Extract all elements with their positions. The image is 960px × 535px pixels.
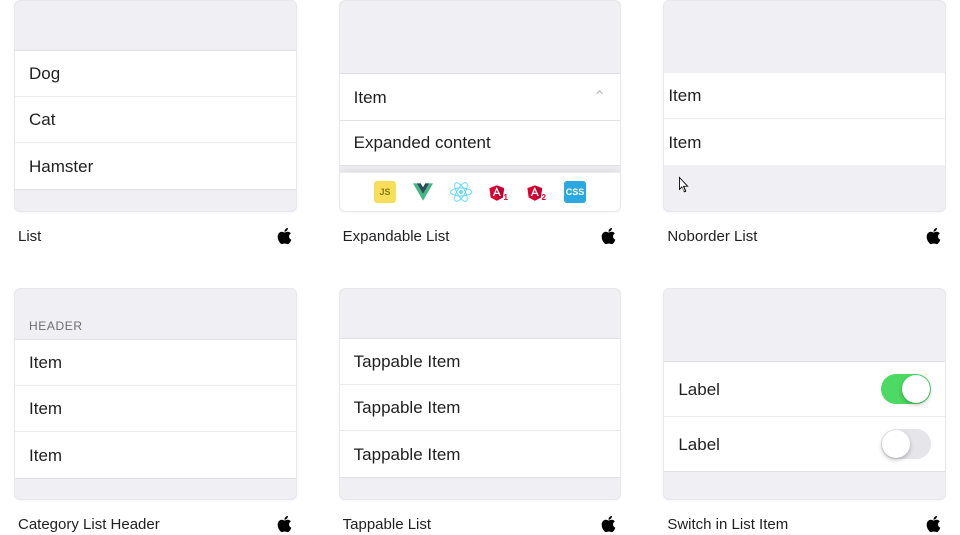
apple-icon	[925, 514, 942, 534]
vue-icon[interactable]	[412, 181, 434, 203]
list-item-label: Hamster	[29, 156, 282, 177]
react-icon[interactable]	[775, 181, 797, 203]
expanded-content: Expanded content	[340, 121, 621, 166]
angular2-sub: 2	[542, 193, 546, 202]
list-item-label: Item	[668, 132, 931, 153]
apple-icon	[600, 226, 617, 246]
tile-tappable-list: Tappable Item Tappable Item Tappable Ite…	[339, 288, 622, 534]
tile-noborder-list: Item Item Noborder List	[663, 0, 946, 246]
tile-expandable-list: Item ⌃ Expanded content JS 1 2 CSS	[339, 0, 622, 246]
list-item-label: Tappable Item	[354, 444, 607, 465]
apple-icon	[276, 514, 293, 534]
switch-list-item: Label	[664, 362, 945, 417]
tappable-list-item[interactable]: Tappable Item	[340, 339, 621, 385]
angular1-icon[interactable]: 1	[488, 181, 510, 203]
list-item: Item	[664, 119, 945, 165]
caption-row: List	[14, 212, 297, 246]
card-list: Dog Cat Hamster	[14, 0, 297, 212]
tile-caption: Noborder List	[667, 228, 757, 245]
caption-row: Expandable List	[339, 212, 622, 246]
tappable-list-item[interactable]: Tappable Item	[340, 431, 621, 477]
list-item-label: Cat	[29, 109, 282, 130]
tile-category-list: HEADER Item Item Item Category List Head…	[14, 288, 297, 534]
angular2-icon[interactable]: 2	[526, 181, 548, 203]
noborder-list: Item Item	[664, 73, 945, 165]
caption-row: Switch in List Item	[663, 500, 946, 534]
angular1-sub: 1	[504, 193, 508, 202]
list-item-label: Tappable Item	[354, 351, 607, 372]
list-item: Item	[15, 386, 296, 432]
caption-row: Category List Header	[14, 500, 297, 534]
list-item-label: Item	[29, 445, 282, 466]
list-header: HEADER	[15, 313, 296, 339]
vue-icon[interactable]	[737, 181, 759, 203]
list-item-label: Tappable Item	[354, 397, 607, 418]
apple-icon	[925, 226, 942, 246]
list-item: Hamster	[15, 143, 296, 189]
framework-toolbar: JS 1 2 CSS	[340, 172, 621, 211]
caption-row: Noborder List	[663, 212, 946, 246]
list-item-label: Item	[29, 352, 282, 373]
tappable-list-item[interactable]: Tappable Item	[340, 385, 621, 431]
tile-caption: Tappable List	[343, 516, 431, 533]
list-item: Item	[664, 73, 945, 119]
switch-list-item: Label	[664, 417, 945, 471]
list-simple: Dog Cat Hamster	[15, 50, 296, 190]
switch-toggle-off[interactable]	[881, 429, 931, 459]
tile-caption: Expandable List	[343, 228, 450, 245]
tile-caption: Category List Header	[18, 516, 160, 533]
expandable-list-item[interactable]: Item ⌃	[340, 74, 621, 120]
card-expandable: Item ⌃ Expanded content JS 1 2 CSS	[339, 0, 622, 212]
apple-icon	[600, 514, 617, 534]
list-item-label: Item	[668, 85, 931, 106]
javascript-icon[interactable]: JS	[374, 181, 396, 203]
list-item-label: Item	[29, 398, 282, 419]
card-noborder: Item Item	[663, 0, 946, 212]
expandable-list: Item ⌃	[340, 73, 621, 121]
react-icon[interactable]	[450, 181, 472, 203]
javascript-icon[interactable]	[699, 181, 721, 203]
list-item: Item	[15, 432, 296, 478]
tappable-list: Tappable Item Tappable Item Tappable Ite…	[340, 338, 621, 478]
css-icon[interactable]	[889, 181, 911, 203]
card-tappable: Tappable Item Tappable Item Tappable Ite…	[339, 288, 622, 500]
switch-toggle-on[interactable]	[881, 374, 931, 404]
list-item: Cat	[15, 97, 296, 143]
card-switch: Label Label	[663, 288, 946, 500]
list-item: Dog	[15, 51, 296, 97]
card-category: HEADER Item Item Item	[14, 288, 297, 500]
switch-label: Label	[678, 379, 881, 400]
apple-icon	[276, 226, 293, 246]
angular2-icon[interactable]	[851, 181, 873, 203]
tile-caption: Switch in List Item	[667, 516, 788, 533]
css-icon[interactable]: CSS	[564, 181, 586, 203]
chevron-up-icon: ⌃	[593, 87, 606, 108]
tile-switch-list: Label Label Switch in List Item	[663, 288, 946, 534]
list-item: Item	[15, 340, 296, 386]
tile-caption: List	[18, 228, 41, 245]
expandable-item-label: Item	[354, 87, 593, 108]
tile-list: Dog Cat Hamster List	[14, 0, 297, 246]
list-item-label: Dog	[29, 63, 282, 84]
category-list: Item Item Item	[15, 339, 296, 479]
switch-list: Label Label	[664, 361, 945, 472]
angular1-icon[interactable]	[813, 181, 835, 203]
switch-label: Label	[678, 434, 881, 455]
caption-row: Tappable List	[339, 500, 622, 534]
